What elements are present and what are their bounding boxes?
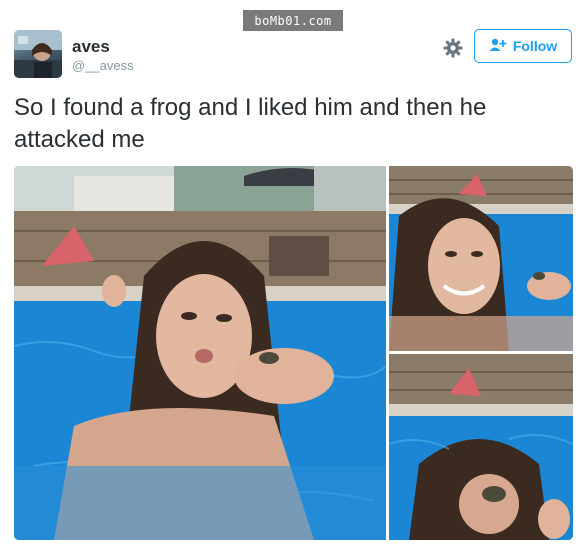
follow-button[interactable]: Follow [474, 29, 572, 63]
watermark: boMb01.com [243, 10, 343, 31]
add-user-icon [489, 38, 507, 55]
avatar[interactable] [14, 30, 62, 78]
gear-icon[interactable] [441, 36, 465, 60]
tweet-photo-2[interactable] [389, 166, 573, 351]
tweet-photo-1[interactable] [14, 166, 386, 540]
tweet-text: So I found a frog and I liked him and th… [14, 94, 487, 153]
follow-label: Follow [512, 38, 558, 54]
user-handle[interactable]: @__avess [72, 58, 134, 73]
display-name[interactable]: aves [72, 37, 110, 57]
tweet-photo-3[interactable] [389, 354, 573, 540]
media-grid [14, 166, 573, 540]
